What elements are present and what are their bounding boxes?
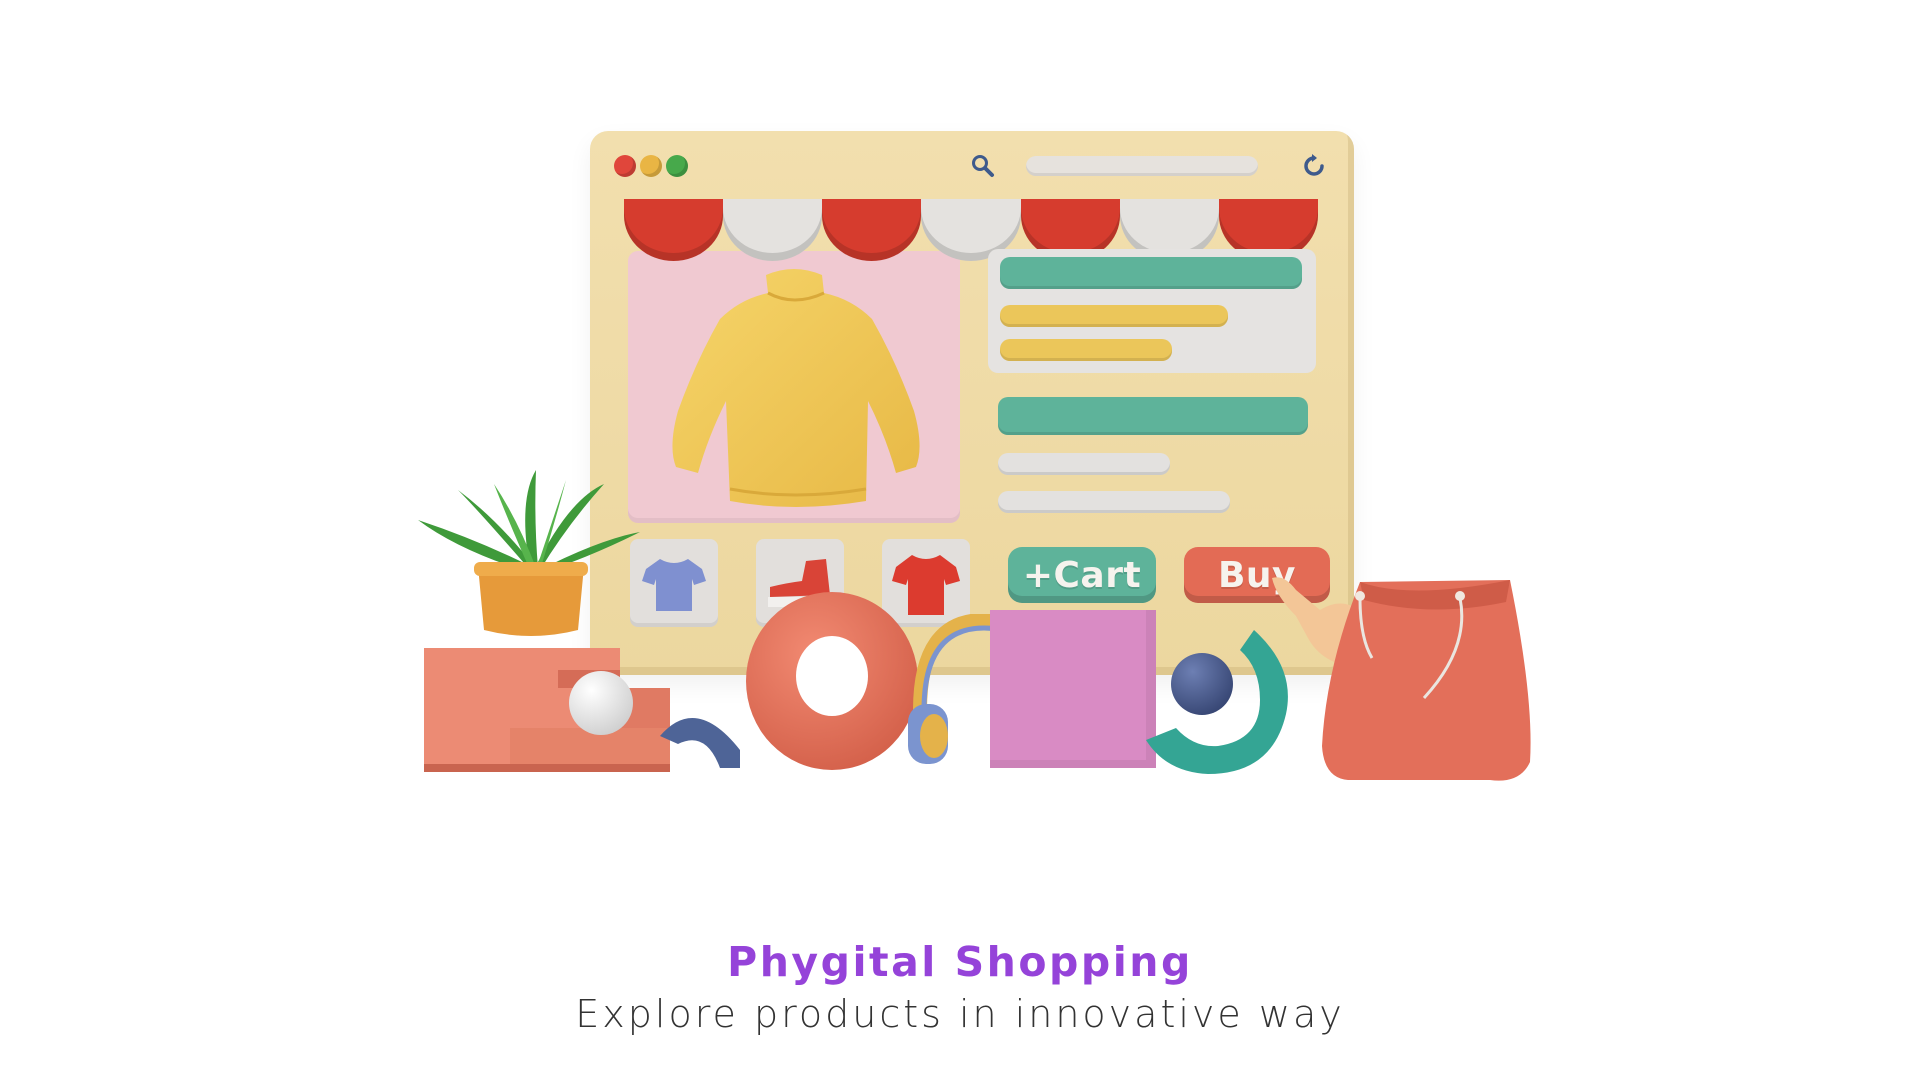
illustration-stage: +Cart Buy Phygital Shopping Explore prod… (0, 0, 1920, 1080)
cube-shape (990, 610, 1156, 768)
sweater-image (672, 269, 920, 507)
maximize-dot[interactable] (666, 155, 688, 177)
refresh-icon[interactable] (1300, 152, 1328, 180)
arch-shape (660, 718, 740, 768)
detail-placeholder-bar (1000, 339, 1172, 361)
minimize-dot[interactable] (640, 155, 662, 177)
product-info-card (988, 249, 1316, 373)
close-dot[interactable] (614, 155, 636, 177)
detail-placeholder-bar (1000, 305, 1228, 327)
add-to-cart-button[interactable]: +Cart (1008, 547, 1156, 603)
shopping-bag-icon (1322, 580, 1531, 781)
text-placeholder-bar (998, 453, 1170, 475)
product-image-panel[interactable] (628, 251, 960, 523)
plant-icon (418, 470, 640, 636)
search-icon[interactable] (970, 153, 996, 179)
browser-window: +Cart Buy (590, 131, 1354, 675)
title-placeholder-bar (1000, 257, 1302, 289)
caption-title: Phygital Shopping (727, 938, 1193, 986)
price-placeholder-bar (998, 397, 1308, 435)
text-placeholder-bar (998, 491, 1230, 513)
torus-shape (746, 592, 918, 770)
caption-subtitle: Explore products in innovative way (575, 992, 1345, 1036)
sphere-shape (569, 671, 633, 735)
address-bar[interactable] (1026, 156, 1258, 176)
